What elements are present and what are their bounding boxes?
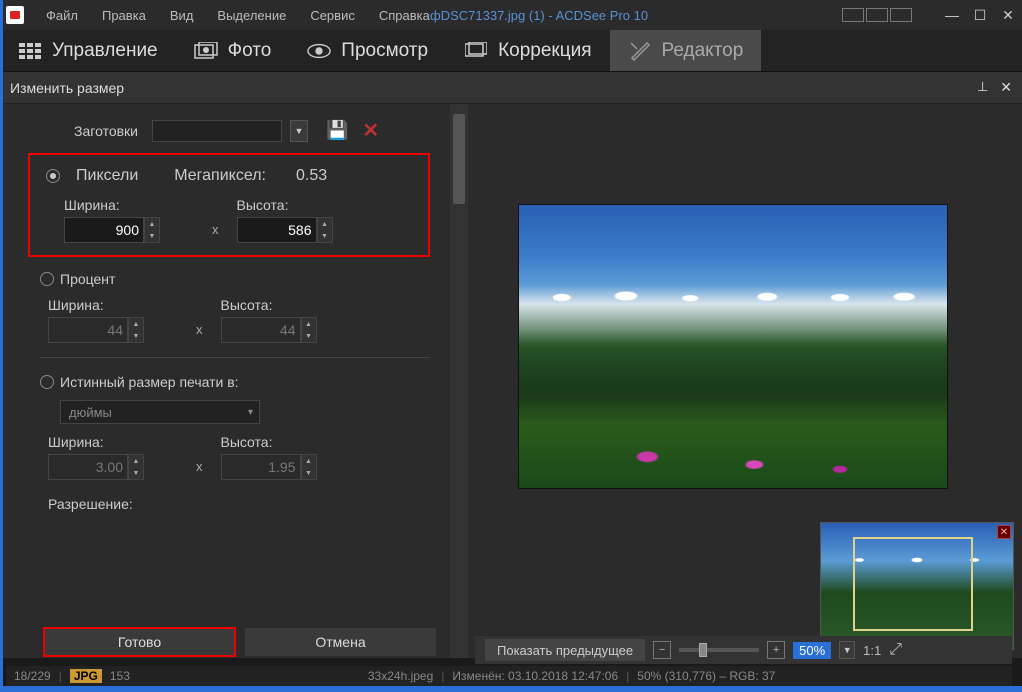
print-height-label: Высота: bbox=[221, 434, 351, 450]
zoom-percent[interactable]: 50% bbox=[793, 642, 831, 659]
percent-label: Процент bbox=[60, 271, 115, 287]
tab-label: Коррекция bbox=[498, 40, 591, 62]
menu-service[interactable]: Сервис bbox=[298, 8, 367, 23]
percent-height-label: Высота: bbox=[221, 297, 351, 313]
tab-label: Просмотр bbox=[341, 40, 428, 62]
layout-buttons[interactable] bbox=[842, 8, 912, 22]
zoom-in-button[interactable]: + bbox=[767, 641, 785, 659]
done-button[interactable]: Готово bbox=[44, 628, 235, 656]
zoom-toolbar: Показать предыдущее − + 50% ▼ 1:1 ⤢ bbox=[475, 636, 1012, 664]
window-title: фDSC71337.jpg (1) - ACDSee Pro 10 bbox=[430, 8, 648, 23]
delete-preset-icon[interactable]: ✕ bbox=[362, 118, 379, 143]
pixels-height-input[interactable] bbox=[237, 217, 317, 243]
cancel-button[interactable]: Отмена bbox=[245, 628, 436, 656]
percent-height-input bbox=[221, 317, 301, 343]
show-previous-button[interactable]: Показать предыдущее bbox=[485, 639, 645, 661]
close-button[interactable]: ✕ bbox=[1000, 8, 1016, 22]
radio-percent[interactable] bbox=[40, 272, 54, 286]
height-spinner[interactable]: ▲▼ bbox=[317, 217, 333, 243]
zoom-slider[interactable] bbox=[679, 648, 759, 652]
pct-height-spinner: ▲▼ bbox=[301, 317, 317, 343]
brush-icon bbox=[628, 41, 652, 61]
fit-screen-icon[interactable]: ⤢ bbox=[889, 641, 902, 659]
tab-label: Фото bbox=[228, 40, 272, 62]
status-dims: 33x24h.jpeg bbox=[368, 669, 433, 683]
print-unit-combo: дюймы bbox=[60, 400, 260, 424]
one-to-one-button[interactable]: 1:1 bbox=[863, 643, 881, 658]
tab-view[interactable]: Просмотр bbox=[289, 30, 446, 71]
pixels-section-highlight: Пиксели Мегапиксел: 0.53 Ширина: ▲▼ x Вы bbox=[28, 153, 430, 257]
resolution-label: Разрешение: bbox=[48, 496, 430, 512]
minimize-button[interactable]: — bbox=[944, 8, 960, 22]
presets-combo[interactable] bbox=[152, 120, 282, 142]
pct-width-spinner: ▲▼ bbox=[128, 317, 144, 343]
sliders-icon bbox=[464, 41, 488, 61]
zoom-out-button[interactable]: − bbox=[653, 641, 671, 659]
width-spinner[interactable]: ▲▼ bbox=[144, 217, 160, 243]
megapixel-value: 0.53 bbox=[296, 167, 327, 185]
panel-scrollbar[interactable] bbox=[450, 104, 468, 658]
tab-manage[interactable]: Управление bbox=[0, 30, 176, 71]
resize-panel: Заготовки ▼ 💾 ✕ Пиксели Мегапиксел: 0.53… bbox=[0, 104, 468, 658]
print-width-label: Ширина: bbox=[48, 434, 178, 450]
presets-label: Заготовки bbox=[28, 123, 138, 139]
pixels-height-label: Высота: bbox=[237, 197, 367, 213]
print-label: Истинный размер печати в: bbox=[60, 374, 239, 390]
eye-icon bbox=[307, 41, 331, 61]
pixels-width-label: Ширина: bbox=[64, 197, 194, 213]
status-counter: 18/229 bbox=[14, 669, 51, 683]
navigator-thumbnail[interactable]: ✕ bbox=[820, 522, 1014, 650]
presets-dropdown-arrow[interactable]: ▼ bbox=[290, 120, 308, 142]
menu-select[interactable]: Выделение bbox=[205, 8, 298, 23]
navigator-close-icon[interactable]: ✕ bbox=[997, 525, 1011, 539]
print-width-spinner: ▲▼ bbox=[128, 454, 144, 480]
status-zoom-info: 50% (310,776) – RGB: 37 bbox=[637, 669, 775, 683]
canvas-area: ✕ bbox=[468, 104, 1022, 658]
percent-width-input bbox=[48, 317, 128, 343]
maximize-button[interactable]: ☐ bbox=[972, 8, 988, 22]
pixels-label: Пиксели bbox=[76, 167, 138, 185]
print-height-input bbox=[221, 454, 301, 480]
status-bar: 18/229 | JPG 153 33x24h.jpeg | Изменён: … bbox=[6, 666, 1012, 686]
main-tabs: Управление Фото Просмотр Коррекция Редак… bbox=[0, 30, 1022, 72]
radio-print[interactable] bbox=[40, 375, 54, 389]
grid-icon bbox=[18, 41, 42, 61]
titlebar: Файл Правка Вид Выделение Сервис Справка… bbox=[0, 0, 1022, 30]
menu-edit[interactable]: Правка bbox=[90, 8, 158, 23]
status-changed: Изменён: 03.10.2018 12:47:06 bbox=[452, 669, 618, 683]
megapixel-label: Мегапиксел: bbox=[174, 167, 266, 185]
tab-develop[interactable]: Коррекция bbox=[446, 30, 609, 71]
tab-label: Управление bbox=[52, 40, 158, 62]
radio-pixels[interactable] bbox=[46, 169, 60, 183]
navigator-viewport[interactable] bbox=[853, 537, 973, 631]
tab-photo[interactable]: Фото bbox=[176, 30, 290, 71]
panel-title: Изменить размер bbox=[10, 80, 124, 96]
menu-file[interactable]: Файл bbox=[34, 8, 90, 23]
close-panel-icon[interactable]: ✕ bbox=[1000, 79, 1012, 96]
status-format: JPG bbox=[70, 669, 102, 683]
save-preset-icon[interactable]: 💾 bbox=[326, 120, 348, 141]
print-height-spinner: ▲▼ bbox=[301, 454, 317, 480]
menu-view[interactable]: Вид bbox=[158, 8, 206, 23]
zoom-dropdown[interactable]: ▼ bbox=[839, 641, 855, 659]
tab-edit[interactable]: Редактор bbox=[610, 30, 762, 71]
tab-label: Редактор bbox=[662, 40, 744, 62]
preview-image[interactable] bbox=[518, 204, 948, 489]
print-width-input bbox=[48, 454, 128, 480]
percent-width-label: Ширина: bbox=[48, 297, 178, 313]
panel-header: Изменить размер ⊥ ✕ bbox=[0, 72, 1022, 104]
pixels-width-input[interactable] bbox=[64, 217, 144, 243]
status-size: 153 bbox=[110, 669, 130, 683]
pin-icon[interactable]: ⊥ bbox=[977, 79, 988, 96]
photo-icon bbox=[194, 41, 218, 61]
app-icon bbox=[6, 6, 24, 24]
